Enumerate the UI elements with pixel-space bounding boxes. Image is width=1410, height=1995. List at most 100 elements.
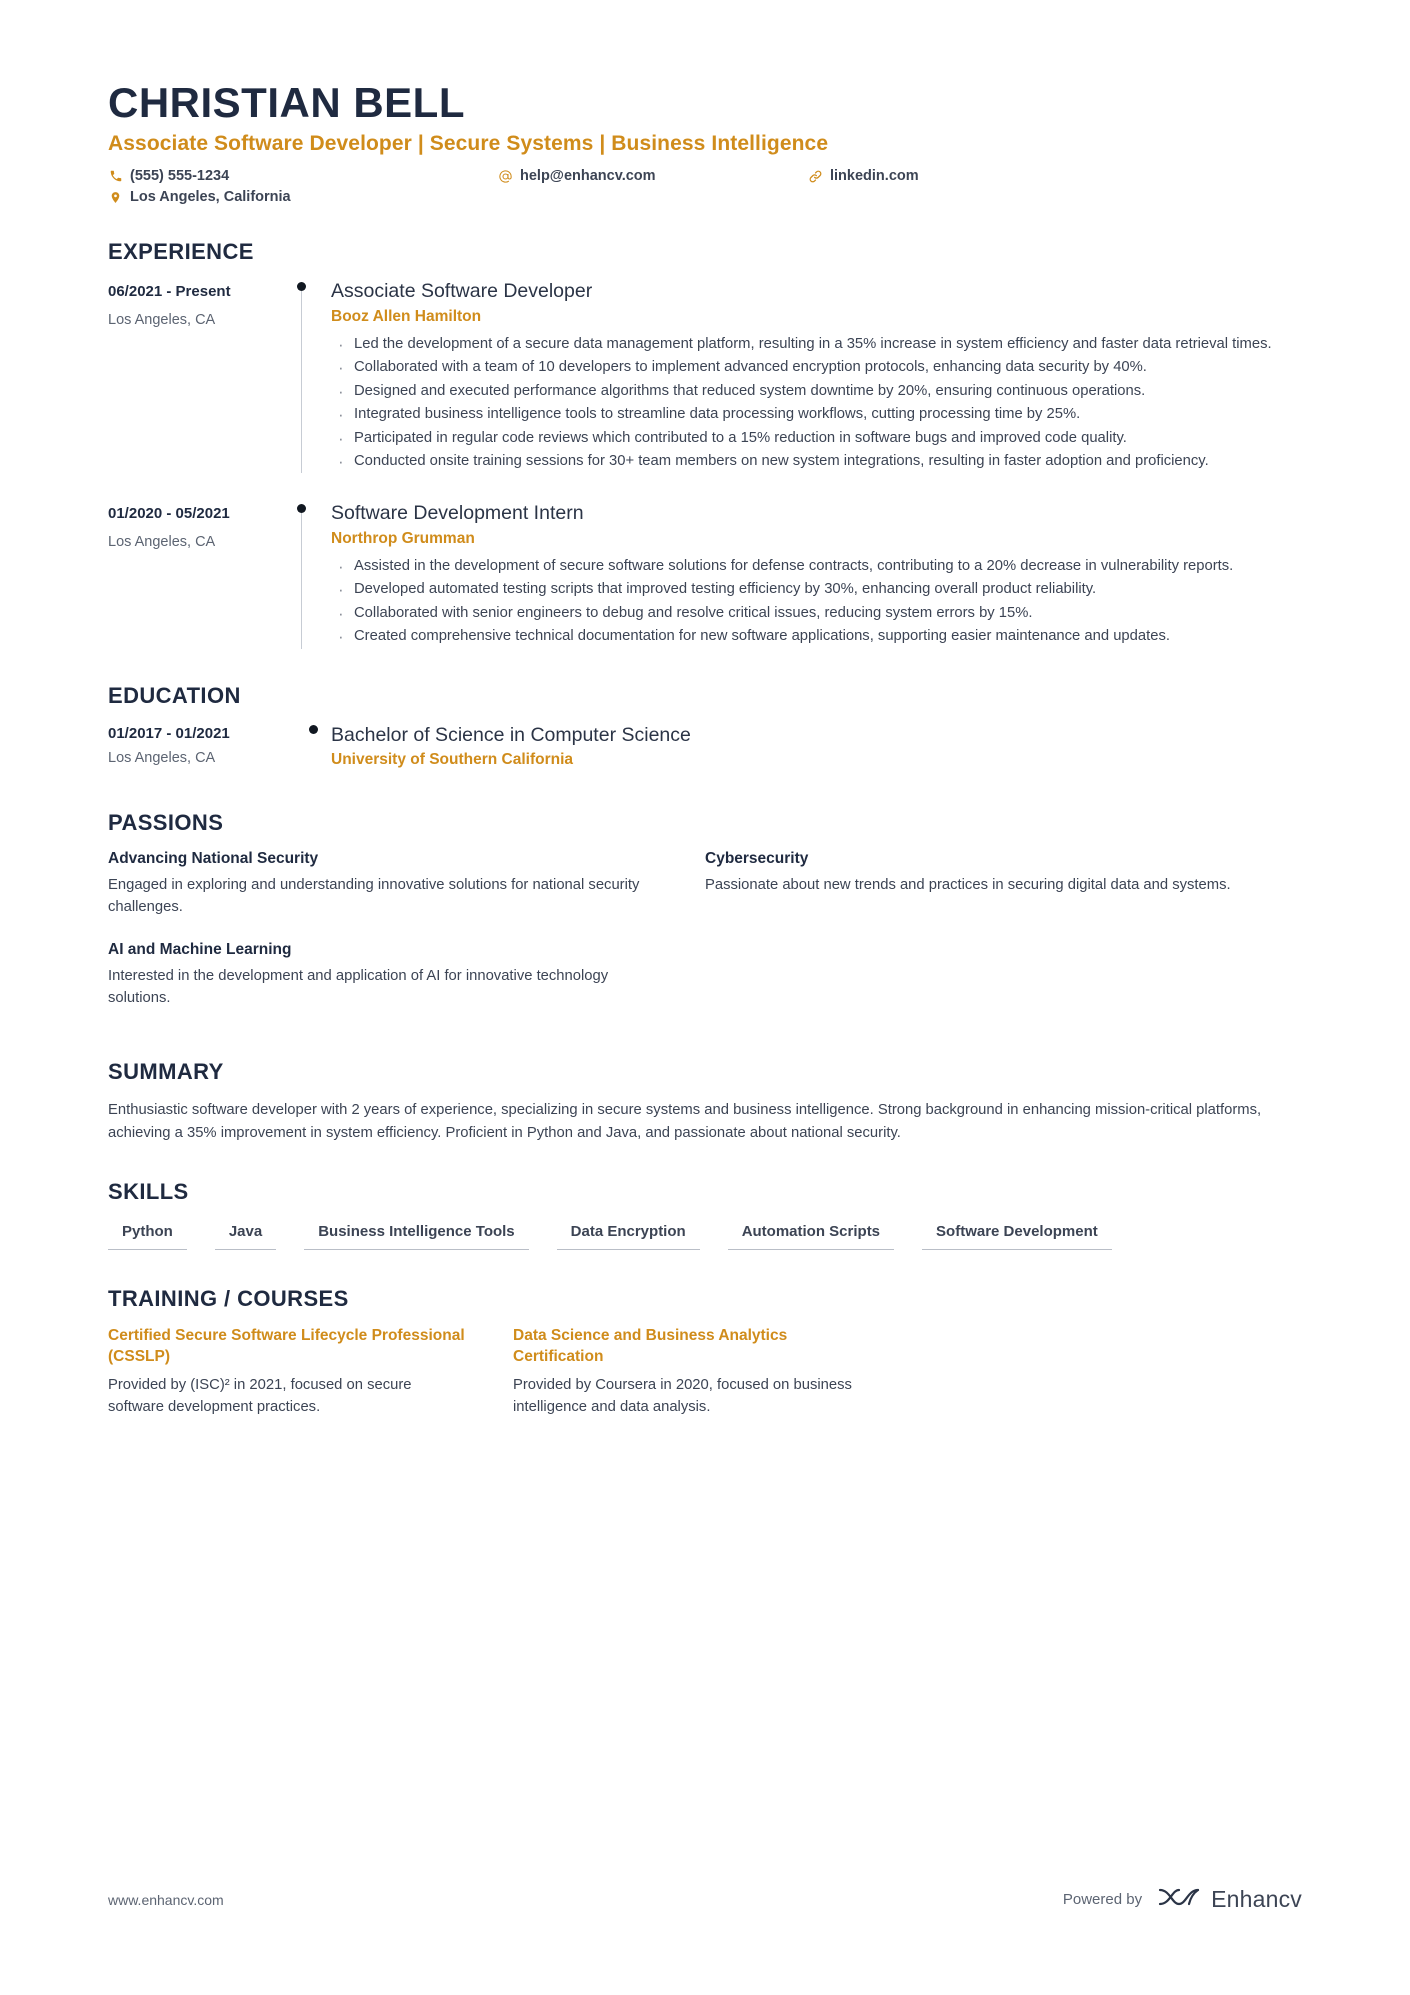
timeline-dot-icon	[297, 282, 306, 292]
resume-header: CHRISTIAN BELL Associate Software Develo…	[108, 79, 1302, 205]
summary-heading: SUMMARY	[108, 1058, 224, 1084]
contact-email-text: help@enhancv.com	[520, 168, 656, 185]
enhancv-mark-icon	[1156, 1884, 1202, 1915]
skill-chip: Python	[108, 1219, 187, 1250]
training-item: Data Science and Business Analytics Cert…	[513, 1326, 918, 1418]
timeline-dot-icon	[309, 724, 318, 734]
list-item: Assisted in the development of secure so…	[331, 554, 1302, 580]
candidate-name: CHRISTIAN BELL	[108, 79, 465, 126]
resume-page: CHRISTIAN BELL Associate Software Develo…	[0, 0, 1410, 1995]
list-item: Created comprehensive technical document…	[331, 624, 1302, 650]
education-degree: Bachelor of Science in Computer Science	[331, 723, 691, 746]
skill-chip: Automation Scripts	[727, 1219, 895, 1250]
contact-row-2: Los Angeles, California	[108, 189, 1302, 205]
page-top-edge	[0, 0, 1410, 6]
passion-item: Advancing National Security Engaged in e…	[108, 850, 659, 918]
experience-role: Software Development Intern	[331, 502, 584, 525]
passions-column-left: Advancing National Security Engaged in e…	[108, 850, 705, 1031]
education-entry: 01/2017 - 01/2021 Los Angeles, CA Bachel…	[108, 723, 1302, 776]
education-entry-meta: 01/2017 - 01/2021 Los Angeles, CA	[108, 723, 283, 776]
training-grid: Certified Secure Software Lifecycle Prof…	[108, 1326, 1302, 1418]
skill-chip: Data Encryption	[556, 1219, 700, 1250]
passion-title: AI and Machine Learning	[108, 940, 292, 958]
training-section: TRAINING / COURSES Certified Secure Soft…	[108, 1286, 1302, 1418]
experience-entry-body: Associate Software Developer Booz Allen …	[331, 279, 1302, 475]
passion-text: Engaged in exploring and understanding i…	[108, 877, 640, 916]
enhancv-logo[interactable]: Enhancv	[1156, 1884, 1302, 1915]
passion-item: Cybersecurity Passionate about new trend…	[705, 850, 1256, 896]
experience-bullets: Led the development of a secure data man…	[331, 332, 1302, 475]
list-item: Collaborated with a team of 10 developer…	[331, 355, 1302, 381]
passions-grid: Advancing National Security Engaged in e…	[108, 850, 1302, 1031]
at-icon	[498, 169, 513, 184]
experience-role: Associate Software Developer	[331, 280, 593, 303]
contact-email[interactable]: help@enhancv.com	[498, 168, 808, 184]
passion-text: Passionate about new trends and practice…	[705, 877, 1231, 894]
list-item: Developed automated testing scripts that…	[331, 577, 1302, 603]
list-item: Conducted onsite training sessions for 3…	[331, 449, 1302, 475]
training-title: Certified Secure Software Lifecycle Prof…	[108, 1326, 465, 1365]
education-section: EDUCATION 01/2017 - 01/2021 Los Angeles,…	[108, 683, 1302, 776]
footer-branding: Powered by Enhancv	[1063, 1884, 1302, 1915]
education-location: Los Angeles, CA	[108, 749, 216, 766]
phone-icon	[108, 169, 123, 184]
passion-title: Cybersecurity	[705, 850, 809, 868]
passion-title: Advancing National Security	[108, 850, 319, 868]
candidate-headline: Associate Software Developer | Secure Sy…	[108, 132, 829, 156]
skill-chip: Business Intelligence Tools	[304, 1219, 529, 1250]
summary-text: Enthusiastic software developer with 2 y…	[108, 1101, 1262, 1141]
experience-entry-body: Software Development Intern Northrop Gru…	[331, 501, 1302, 651]
education-dates: 01/2017 - 01/2021	[108, 724, 230, 742]
list-item: Integrated business intelligence tools t…	[331, 402, 1302, 428]
list-item: Collaborated with senior engineers to de…	[331, 601, 1302, 627]
resume-content: CHRISTIAN BELL Associate Software Develo…	[108, 79, 1302, 1418]
skills-heading: SKILLS	[108, 1178, 189, 1204]
experience-heading: EXPERIENCE	[108, 239, 254, 265]
link-icon	[808, 169, 823, 184]
skills-section: SKILLS Python Java Business Intelligence…	[108, 1179, 1302, 1250]
passion-text: Interested in the development and applic…	[108, 967, 609, 1006]
experience-entry: 06/2021 - Present Los Angeles, CA Associ…	[108, 279, 1302, 475]
skills-list: Python Java Business Intelligence Tools …	[108, 1219, 1302, 1250]
contact-info: (555) 555-1234 help@enhancv.com linkedin…	[108, 168, 1302, 205]
experience-company: Northrop Grumman	[331, 529, 475, 547]
timeline-rail	[283, 279, 331, 474]
timeline-line	[301, 513, 302, 649]
experience-location: Los Angeles, CA	[108, 534, 216, 551]
experience-dates: 06/2021 - Present	[108, 283, 231, 301]
contact-phone-text: (555) 555-1234	[130, 168, 230, 185]
location-pin-icon	[108, 190, 123, 205]
contact-location-text: Los Angeles, California	[130, 189, 291, 206]
passion-item: AI and Machine Learning Interested in th…	[108, 941, 659, 1009]
list-item: Led the development of a secure data man…	[331, 332, 1302, 358]
experience-company: Booz Allen Hamilton	[331, 307, 482, 325]
enhancv-wordmark: Enhancv	[1211, 1886, 1302, 1912]
timeline-line	[301, 291, 302, 474]
training-text: Provided by (ISC)² in 2021, focused on s…	[108, 1376, 412, 1415]
contact-phone[interactable]: (555) 555-1234	[108, 168, 498, 184]
skill-chip: Software Development	[922, 1219, 1112, 1250]
training-text: Provided by Coursera in 2020, focused on…	[513, 1376, 852, 1415]
timeline-rail	[283, 723, 331, 776]
education-entry-body: Bachelor of Science in Computer Science …	[331, 723, 1302, 776]
training-title: Data Science and Business Analytics Cert…	[513, 1326, 788, 1365]
summary-section: SUMMARY Enthusiastic software developer …	[108, 1059, 1302, 1145]
education-heading: EDUCATION	[108, 682, 241, 708]
experience-dates: 01/2020 - 05/2021	[108, 505, 230, 523]
experience-entry: 01/2020 - 05/2021 Los Angeles, CA Softwa…	[108, 501, 1302, 651]
education-school: University of Southern California	[331, 751, 574, 769]
contact-location[interactable]: Los Angeles, California	[108, 189, 498, 205]
contact-link[interactable]: linkedin.com	[808, 168, 1128, 184]
passions-heading: PASSIONS	[108, 810, 224, 836]
powered-by-label: Powered by	[1062, 1891, 1143, 1908]
list-item: Designed and executed performance algori…	[331, 379, 1302, 405]
timeline-dot-icon	[297, 504, 306, 514]
contact-row-1: (555) 555-1234 help@enhancv.com linkedin…	[108, 168, 1302, 184]
footer-website[interactable]: www.enhancv.com	[108, 1892, 224, 1908]
experience-bullets: Assisted in the development of secure so…	[331, 554, 1302, 651]
passions-column-right: Cybersecurity Passionate about new trend…	[705, 850, 1302, 1031]
experience-entry-meta: 06/2021 - Present Los Angeles, CA	[108, 279, 283, 473]
page-footer: www.enhancv.com Powered by Enhancv	[108, 1884, 1302, 1915]
passions-section: PASSIONS Advancing National Security Eng…	[108, 810, 1302, 1031]
list-item: Participated in regular code reviews whi…	[331, 425, 1302, 451]
